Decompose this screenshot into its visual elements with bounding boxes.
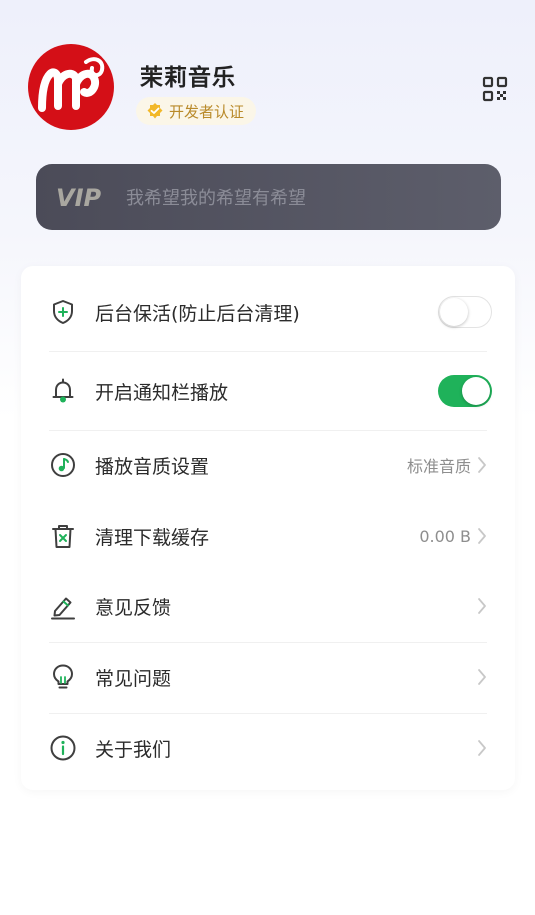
toggle-knob — [462, 377, 490, 405]
profile-header: 茉莉音乐 开发者认证 — [0, 0, 535, 160]
svg-text:VIP: VIP — [56, 184, 102, 210]
verified-icon — [147, 103, 163, 119]
app-logo-icon — [38, 57, 105, 112]
notification-play-toggle[interactable] — [438, 375, 492, 407]
setting-row-audio-quality[interactable]: 播放音质设置 标准音质 — [21, 430, 515, 500]
chevron-right-icon — [478, 598, 486, 614]
setting-value: 标准音质 — [406, 457, 471, 476]
setting-label: 播放音质设置 — [95, 455, 210, 478]
toggle-knob — [440, 298, 468, 326]
setting-row-notification-play[interactable]: 开启通知栏播放 — [21, 356, 515, 426]
setting-row-faq[interactable]: 常见问题 — [21, 642, 515, 712]
setting-label: 清理下载缓存 — [95, 526, 210, 549]
vip-logo-icon: VIP — [56, 184, 102, 210]
chevron-right-icon — [478, 528, 486, 544]
bell-icon — [52, 378, 74, 403]
divider — [49, 351, 487, 352]
keep-alive-toggle[interactable] — [438, 296, 492, 328]
lightbulb-icon — [53, 664, 73, 689]
app-name: 茉莉音乐 — [140, 65, 236, 91]
music-note-icon — [51, 453, 75, 477]
qr-code-icon — [482, 76, 508, 102]
vip-banner[interactable]: VIP 我希望我的希望有希望 — [36, 164, 501, 230]
badge-label: 开发者认证 — [169, 102, 245, 121]
setting-row-feedback[interactable]: 意见反馈 — [21, 571, 515, 641]
setting-row-keep-alive[interactable]: 后台保活(防止后台清理) — [21, 277, 515, 347]
chevron-right-icon — [478, 740, 486, 756]
setting-label: 关于我们 — [95, 738, 172, 761]
chevron-right-icon — [478, 669, 486, 685]
setting-label: 常见问题 — [95, 667, 172, 690]
shield-plus-icon — [53, 300, 73, 324]
settings-card: 后台保活(防止后台清理) 开启通知栏播放 播放音质设置 标准音质 清理下载缓存 … — [21, 266, 515, 790]
setting-label: 开启通知栏播放 — [95, 381, 229, 404]
qr-code-button[interactable] — [482, 76, 508, 102]
developer-verified-badge[interactable]: 开发者认证 — [136, 97, 257, 125]
trash-icon — [52, 525, 74, 548]
setting-label: 后台保活(防止后台清理) — [95, 302, 300, 325]
setting-value: 0.00 B — [419, 526, 471, 546]
pencil-icon — [51, 597, 75, 620]
setting-row-about[interactable]: 关于我们 — [21, 713, 515, 783]
app-logo-avatar[interactable] — [28, 44, 114, 130]
setting-label: 意见反馈 — [95, 596, 172, 619]
info-icon — [50, 735, 76, 761]
vip-slogan: 我希望我的希望有希望 — [126, 188, 306, 209]
setting-row-clear-cache[interactable]: 清理下载缓存 0.00 B — [21, 501, 515, 571]
chevron-right-icon — [478, 457, 486, 473]
